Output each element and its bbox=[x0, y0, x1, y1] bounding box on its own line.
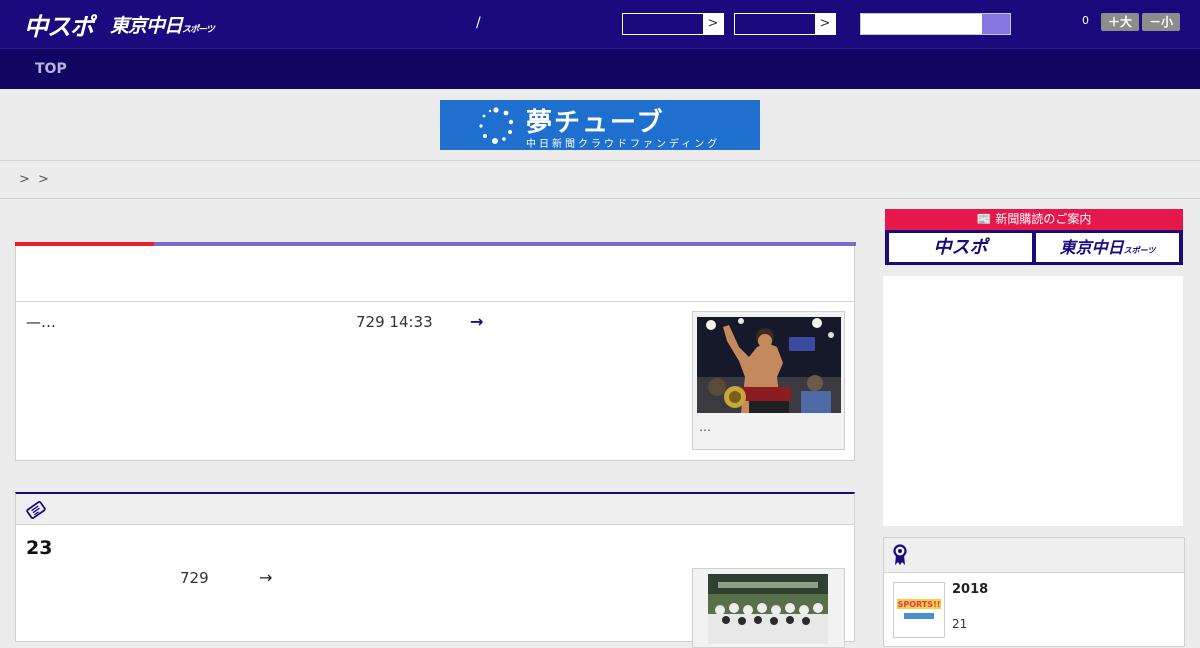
font-smaller-button[interactable]: －小 bbox=[1142, 13, 1180, 31]
sports-magazine-image: SPORTS!! bbox=[894, 583, 944, 637]
accent-bar-red bbox=[15, 242, 154, 246]
article-photo[interactable]: … bbox=[692, 311, 845, 450]
chevron-right-icon: > bbox=[815, 14, 835, 34]
font-size-counter: 0 bbox=[1082, 14, 1089, 27]
card-header bbox=[16, 494, 854, 525]
article-photo[interactable] bbox=[692, 568, 845, 648]
feature-year[interactable]: 2018 bbox=[952, 582, 988, 597]
subscription-header[interactable]: 📰 新聞購読のご案内 bbox=[885, 209, 1183, 230]
chevron-right-icon: > bbox=[703, 14, 723, 34]
subscribe-tokyo-chunichi-button[interactable]: 東京中日スポーツ bbox=[1036, 233, 1179, 262]
subscribe-tokyo-chunichi-small: スポーツ bbox=[1123, 246, 1156, 255]
chuspo-logo[interactable]: 中スポ bbox=[24, 7, 94, 42]
headline-article-card: —… 729 14:33 → … bbox=[15, 242, 856, 461]
category-select-1[interactable]: > bbox=[622, 13, 724, 35]
award-ribbon-icon bbox=[893, 544, 907, 565]
ticket-icon bbox=[26, 501, 46, 519]
tokyo-chunichi-logo-text: 東京中日 bbox=[110, 15, 183, 37]
search-input[interactable] bbox=[860, 13, 1011, 35]
feature-panel: SPORTS!! 2018 21 bbox=[883, 537, 1185, 647]
boxing-champion-photo bbox=[697, 317, 841, 413]
tokyo-chunichi-logo-small: スポーツ bbox=[182, 25, 215, 35]
banner-area: 夢チューブ 中日新聞クラウドファンディング bbox=[0, 89, 1200, 161]
nav-item-top[interactable]: TOP bbox=[35, 61, 67, 77]
boxing-champion-image bbox=[697, 317, 841, 413]
baseball-team-image bbox=[708, 574, 828, 644]
divider bbox=[16, 301, 854, 302]
sparkle-dots-icon bbox=[479, 107, 514, 144]
top-header: 中スポ 東京中日スポーツ / > > 0 ＋大 －小 bbox=[0, 0, 1200, 48]
read-more-link[interactable]: → bbox=[470, 312, 483, 331]
search-button[interactable] bbox=[982, 14, 1010, 34]
breadcrumb-separator: > bbox=[19, 172, 30, 187]
article-number[interactable]: 23 bbox=[26, 537, 52, 559]
thumb-label: SPORTS!! bbox=[898, 600, 941, 609]
tokyo-chunichi-logo[interactable]: 東京中日スポーツ bbox=[110, 11, 215, 38]
banner-title: 夢チューブ bbox=[526, 108, 665, 138]
header-divider: / bbox=[476, 15, 481, 31]
yume-tube-banner[interactable]: 夢チューブ 中日新聞クラウドファンディング bbox=[440, 100, 760, 150]
feature-article-card: 23 729 → bbox=[15, 492, 855, 648]
breadcrumb: > > bbox=[0, 161, 1200, 199]
photo-caption: … bbox=[699, 420, 711, 434]
main-nav: TOP bbox=[0, 48, 1200, 89]
panel-header bbox=[884, 538, 1184, 573]
team-photo bbox=[708, 574, 828, 644]
accent-bar-purple bbox=[154, 242, 856, 246]
subscribe-tokyo-chunichi-label: 東京中日 bbox=[1059, 238, 1124, 257]
subscribe-chuspo-button[interactable]: 中スポ bbox=[889, 233, 1032, 262]
breadcrumb-separator: > bbox=[38, 172, 49, 187]
font-larger-button[interactable]: ＋大 bbox=[1101, 13, 1139, 31]
subscription-header-label: 新聞購読のご案内 bbox=[995, 212, 1092, 226]
subscription-panel: 📰 新聞購読のご案内 中スポ 東京中日スポーツ bbox=[885, 209, 1183, 265]
advertisement-slot[interactable] bbox=[883, 276, 1183, 526]
category-select-2[interactable]: > bbox=[734, 13, 836, 35]
newspaper-icon: 📰 bbox=[976, 212, 996, 226]
article-date: 729 14:33 bbox=[356, 313, 433, 331]
read-more-link[interactable]: → bbox=[259, 568, 272, 587]
feature-number: 21 bbox=[952, 617, 968, 631]
article-date: 729 bbox=[180, 569, 209, 587]
banner-subtitle: 中日新聞クラウドファンディング bbox=[526, 139, 721, 150]
article-lead[interactable]: —… bbox=[26, 313, 56, 331]
